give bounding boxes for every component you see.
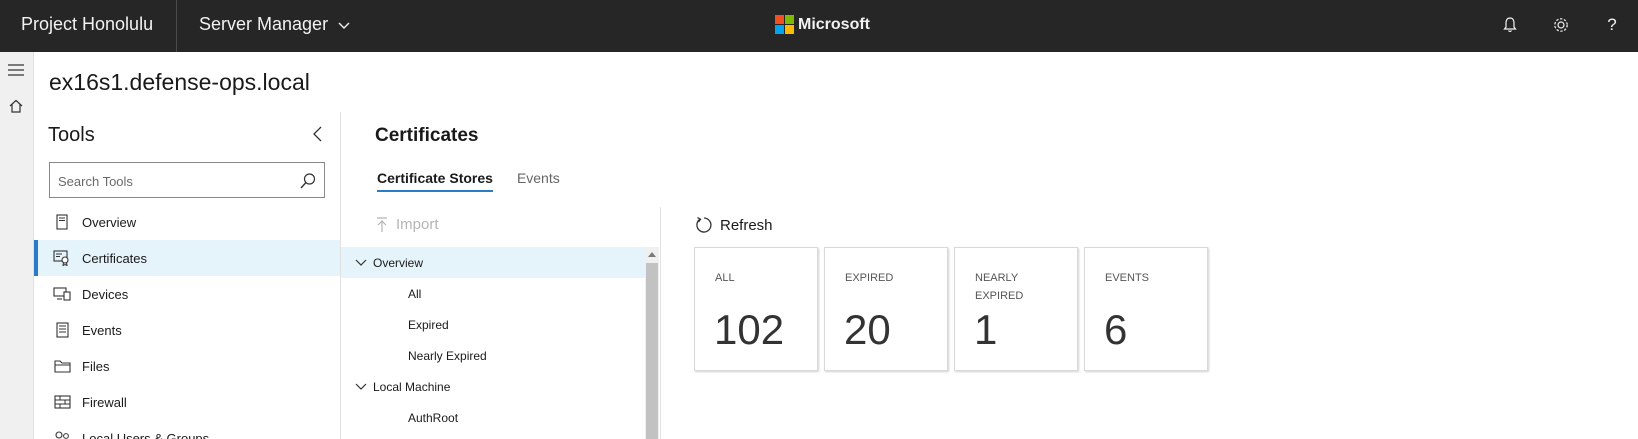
tab-certificate-stores[interactable]: Certificate Stores — [377, 170, 493, 192]
chevron-down-icon — [338, 22, 350, 29]
home-icon[interactable] — [7, 97, 25, 115]
tree-item-expired[interactable]: Expired — [341, 309, 645, 340]
refresh-icon — [696, 216, 712, 233]
tile-value: 102 — [714, 306, 785, 353]
tool-list: Overview Certificates Devices Events Fil… — [34, 204, 340, 439]
collapse-tools-button[interactable] — [308, 124, 326, 144]
tile-value: 6 — [1104, 306, 1128, 353]
tool-item-label: Overview — [82, 214, 137, 230]
tool-item-label: Certificates — [82, 250, 148, 266]
tile-expired[interactable]: EXPIRED 20 — [824, 247, 948, 371]
scrollbar-thumb[interactable] — [646, 263, 658, 439]
tile-nearly-expired[interactable]: NEARLY EXPIRED 1 — [954, 247, 1078, 371]
events-icon — [53, 321, 71, 339]
tile-value: 1 — [974, 306, 998, 353]
tree-item-label: AuthRoot — [408, 410, 459, 425]
search-icon[interactable] — [299, 172, 317, 190]
tree-scrollbar[interactable] — [645, 247, 659, 439]
scroll-up-arrow-icon[interactable] — [648, 252, 656, 257]
brand-text: Microsoft — [798, 15, 870, 33]
tree-item-overview[interactable]: Overview — [341, 247, 645, 278]
tree-item-label: Nearly Expired — [408, 348, 487, 363]
page-title: ex16s1.defense-ops.local — [49, 69, 310, 95]
tool-item-local-users-groups[interactable]: Local Users & Groups — [34, 420, 340, 439]
panel-divider — [660, 207, 661, 439]
tool-item-certificates[interactable]: Certificates — [34, 240, 340, 276]
tree-item-label: Overview — [373, 255, 424, 270]
chevron-left-icon — [313, 126, 322, 142]
certificates-title: Certificates — [375, 125, 479, 146]
users-icon — [53, 429, 71, 439]
top-bar: Project Honolulu Server Manager Microsof… — [0, 0, 1638, 52]
import-button[interactable]: Import — [376, 216, 439, 233]
refresh-label: Refresh — [720, 216, 773, 234]
app-title[interactable]: Project Honolulu — [21, 14, 153, 35]
bell-icon[interactable] — [1499, 14, 1521, 36]
upload-icon — [377, 216, 387, 232]
help-icon[interactable]: ? — [1601, 14, 1623, 36]
refresh-button[interactable]: Refresh — [695, 216, 773, 234]
tool-item-label: Devices — [82, 286, 129, 302]
server-manager-label: Server Manager — [199, 14, 329, 34]
firewall-icon — [53, 393, 71, 411]
microsoft-brand: Microsoft — [775, 15, 870, 34]
tool-item-label: Files — [82, 358, 110, 374]
tool-item-label: Firewall — [82, 394, 127, 410]
server-icon — [53, 213, 71, 231]
tools-header: Tools — [48, 124, 95, 146]
gear-icon[interactable] — [1550, 14, 1572, 36]
tool-item-devices[interactable]: Devices — [34, 276, 340, 312]
tree-item-label: Expired — [408, 317, 449, 332]
devices-icon — [53, 285, 71, 303]
chevron-down-icon[interactable] — [355, 381, 367, 393]
tree-item-local-machine[interactable]: Local Machine — [341, 371, 645, 402]
tree-item-nearly-expired[interactable]: Nearly Expired — [341, 340, 645, 371]
summary-tiles: ALL 102 EXPIRED 20 NEARLY EXPIRED 1 EVEN… — [694, 247, 1208, 371]
tile-label: EVENTS — [1105, 272, 1150, 284]
tree-item-label: All — [408, 286, 422, 301]
tile-label: EXPIRED — [845, 272, 894, 284]
tool-item-firewall[interactable]: Firewall — [34, 384, 340, 420]
left-rail — [0, 52, 34, 439]
tile-events[interactable]: EVENTS 6 — [1084, 247, 1208, 371]
tab-events[interactable]: Events — [517, 170, 560, 192]
certificate-icon — [53, 249, 71, 267]
tile-all[interactable]: ALL 102 — [694, 247, 818, 371]
top-bar-divider — [176, 0, 177, 52]
tool-item-overview[interactable]: Overview — [34, 204, 340, 240]
certificate-tabs: Certificate Stores Events — [377, 170, 560, 192]
import-label: Import — [396, 216, 439, 233]
tree-item-all[interactable]: All — [341, 278, 645, 309]
tile-label: NEARLY EXPIRED — [975, 272, 1024, 302]
tool-item-label: Events — [82, 322, 122, 338]
chevron-down-icon[interactable] — [355, 257, 367, 269]
tree-item-label: Local Machine — [373, 379, 451, 394]
search-tools-input[interactable] — [58, 171, 288, 191]
tool-item-files[interactable]: Files — [34, 348, 340, 384]
tool-item-label: Local Users & Groups — [82, 430, 210, 439]
tile-label: ALL — [715, 272, 735, 284]
tile-value: 20 — [844, 306, 891, 353]
hamburger-menu-icon[interactable] — [7, 61, 25, 79]
microsoft-logo-icon — [775, 15, 794, 34]
tree-item-authroot[interactable]: AuthRoot — [341, 402, 645, 433]
tool-item-events[interactable]: Events — [34, 312, 340, 348]
folder-icon — [53, 357, 71, 375]
certificate-store-tree: Overview All Expired Nearly Expired Loca… — [341, 247, 645, 433]
search-tools-box — [49, 162, 325, 198]
server-manager-dropdown[interactable]: Server Manager — [199, 14, 350, 35]
